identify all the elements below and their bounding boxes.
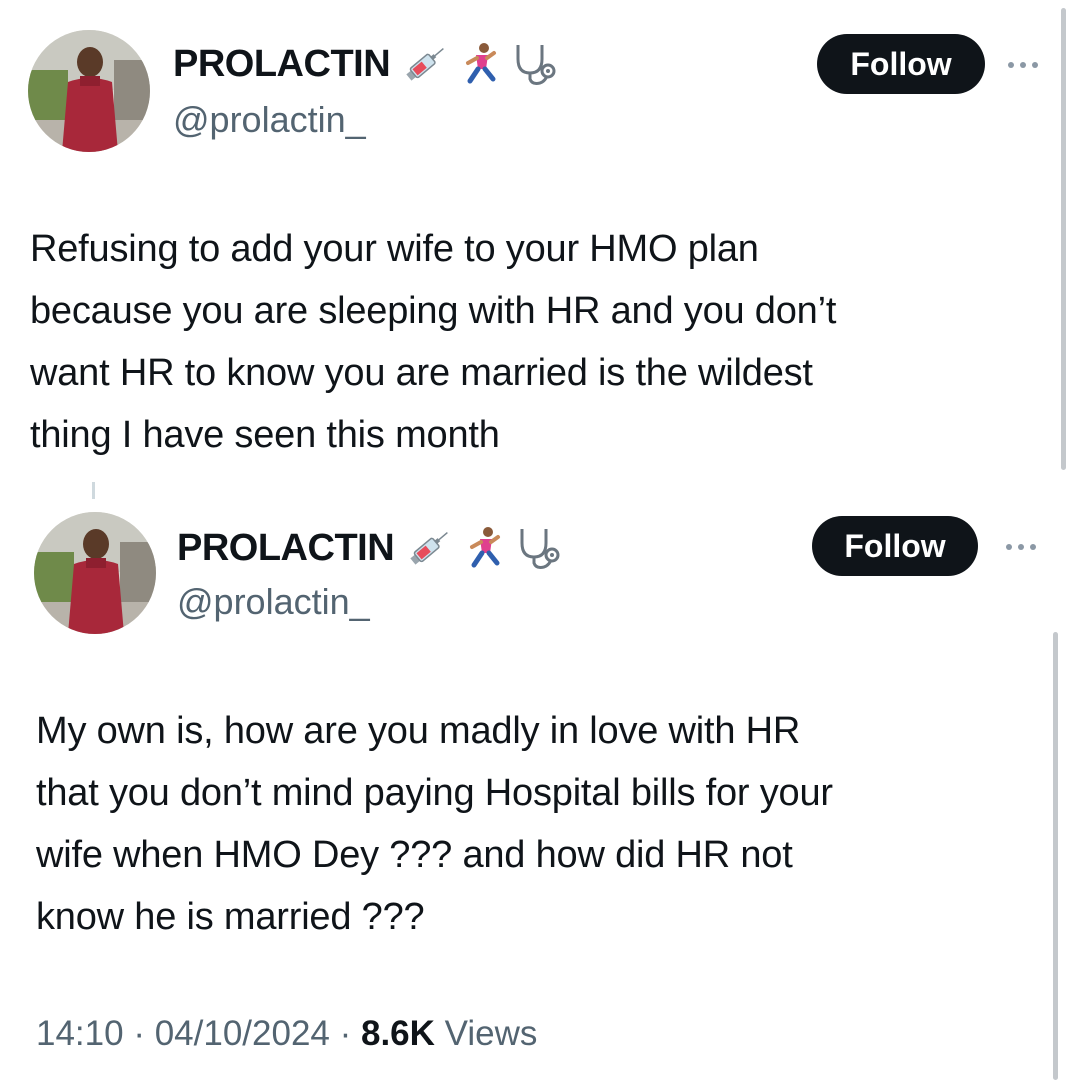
follow-button[interactable]: Follow [817,34,985,94]
tweet-1: PROLACTIN @prolactin_ Follow Refusing to… [0,0,1080,490]
tweet-text: My own is, how are you madly in love wit… [36,710,833,938]
tweet-time[interactable]: 14:10 [36,1014,124,1053]
runner-icon [464,525,504,571]
avatar[interactable] [28,30,150,152]
author-display-name[interactable]: PROLACTIN [177,522,395,574]
avatar[interactable] [34,512,156,634]
stethoscope-icon [510,41,558,87]
author-display-name[interactable]: PROLACTIN [173,38,391,90]
syringe-icon [400,41,450,87]
stethoscope-icon [514,525,562,571]
meta-separator: · [329,1014,361,1053]
tweet-date[interactable]: 04/10/2024 [155,1014,330,1053]
syringe-icon [404,525,454,571]
runner-icon [460,41,500,87]
more-options-icon[interactable] [1008,58,1048,72]
avatar-photo [28,30,150,152]
avatar-photo [34,512,156,634]
tweet-meta: 14:10 · 04/10/2024 · 8.6K Views [36,1012,537,1056]
views-count[interactable]: 8.6K [361,1014,435,1053]
scrollbar[interactable] [1061,8,1066,470]
tweet-text: Refusing to add your wife to your HMO pl… [30,228,837,456]
scrollbar[interactable] [1053,632,1058,1080]
author-handle[interactable]: @prolactin_ [177,580,370,624]
tweet-2: PROLACTIN @prolactin_ Follow My own is, … [0,490,1080,1080]
author-name-line: PROLACTIN [173,38,558,90]
views-label: Views [444,1014,538,1053]
author-handle[interactable]: @prolactin_ [173,98,366,142]
author-name-line: PROLACTIN [177,522,562,574]
more-options-icon[interactable] [1006,540,1046,554]
meta-separator: · [123,1014,155,1053]
follow-button[interactable]: Follow [812,516,978,576]
